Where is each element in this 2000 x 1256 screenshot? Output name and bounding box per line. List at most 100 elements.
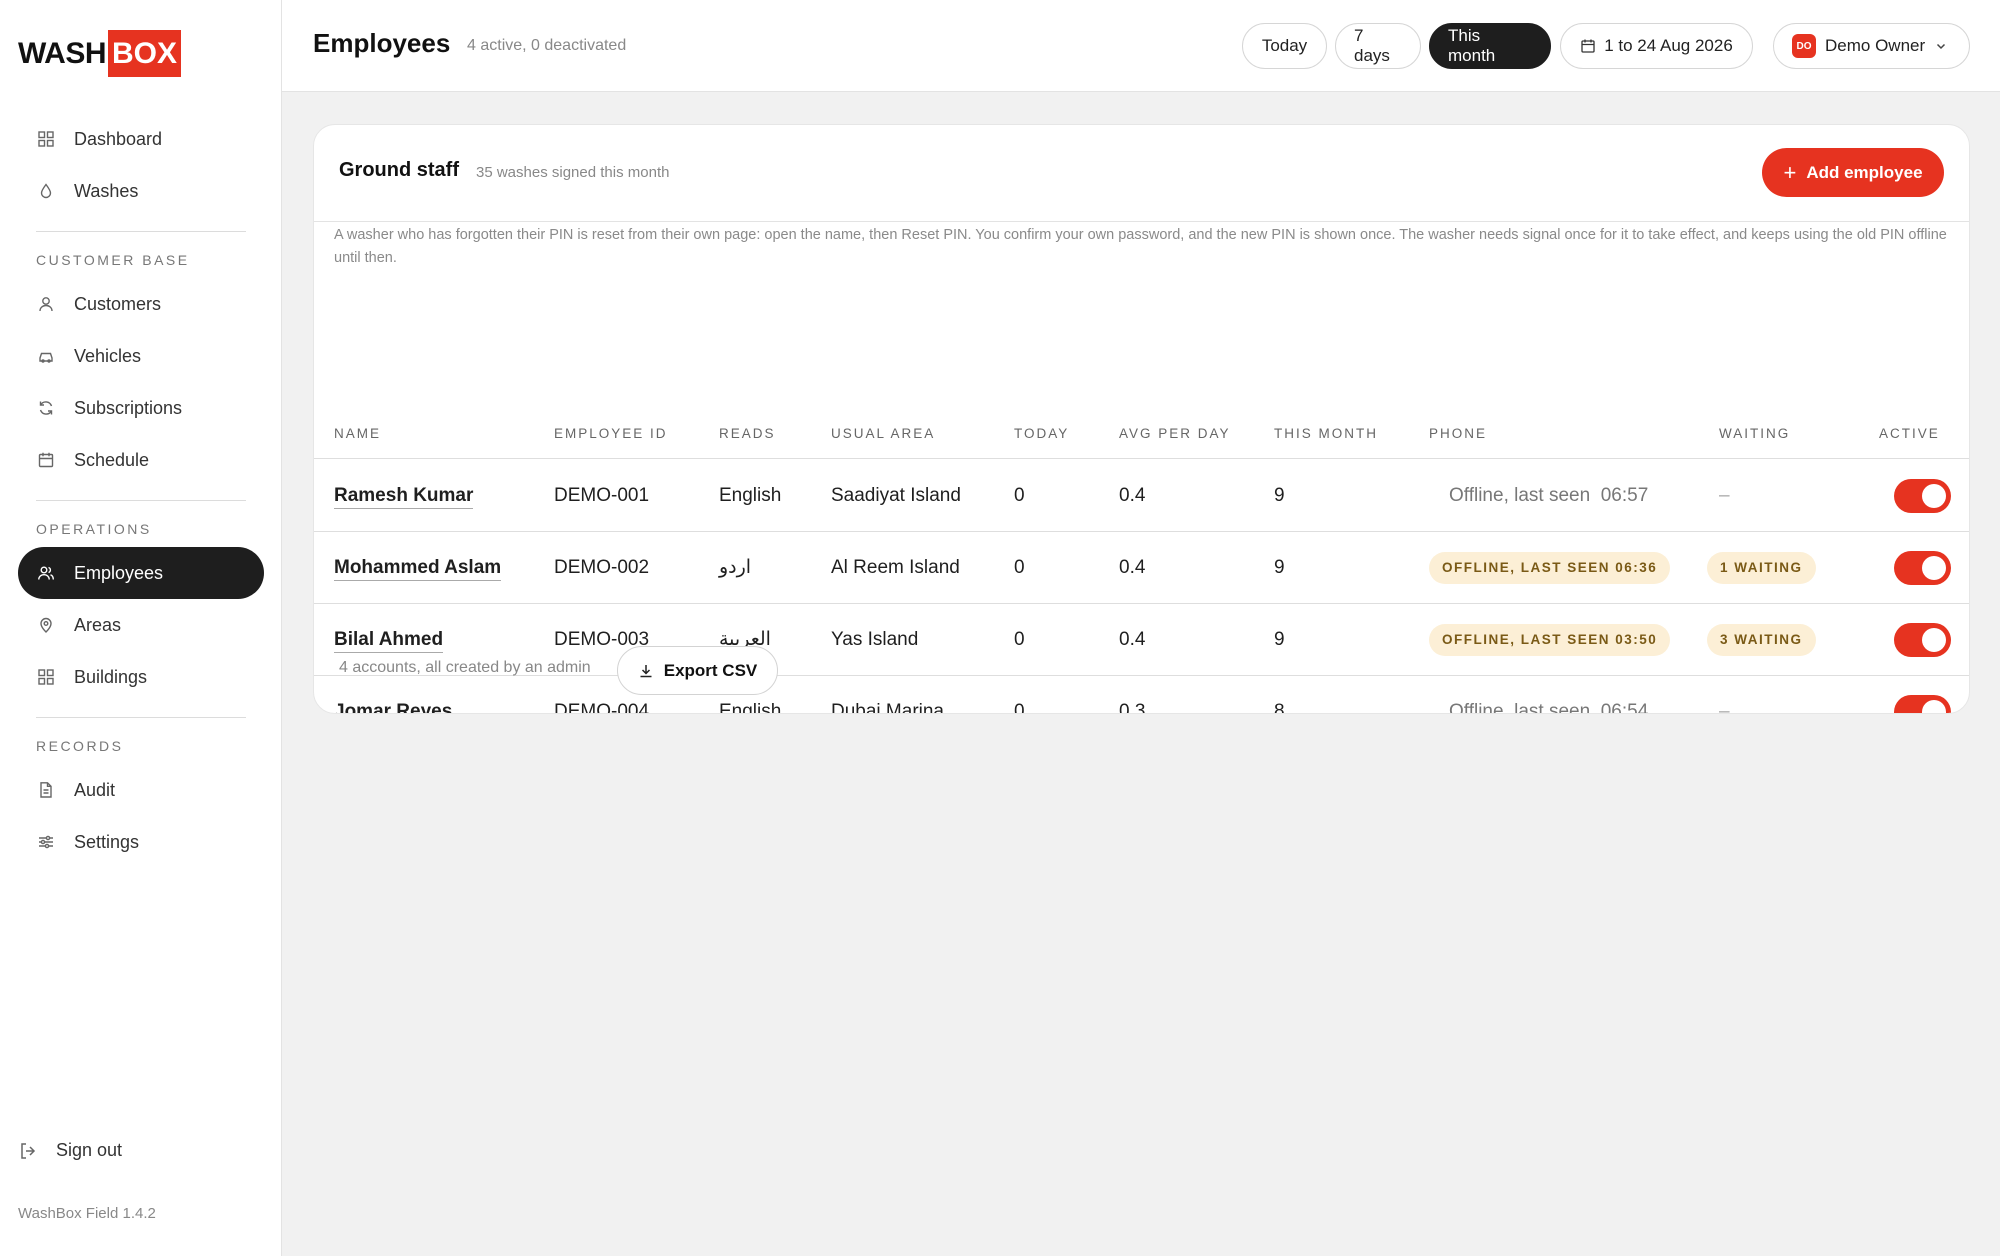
download-icon — [638, 663, 654, 679]
range-7days-button[interactable]: 7 days — [1335, 23, 1421, 69]
sidebar-item-areas[interactable]: Areas — [18, 599, 264, 651]
column-header-phone[interactable]: Phone — [1429, 409, 1487, 459]
sidebar-nav: Dashboard Washes CUSTOMER BASE Customers Veh… — [18, 113, 264, 868]
sign-out-button[interactable]: Sign out — [18, 1140, 122, 1161]
car-icon — [36, 346, 56, 366]
export-csv-label: Export CSV — [663, 660, 758, 680]
grid-icon — [36, 667, 56, 687]
sidebar-item-washes[interactable]: Washes — [18, 165, 264, 217]
sidebar-item-subscriptions[interactable]: Subscriptions — [18, 382, 264, 434]
user-menu[interactable]: DO Demo Owner — [1773, 23, 1970, 69]
phone-status-cell: OFFLINE, LAST SEEN 03:50 — [1429, 604, 1671, 676]
sidebar-item-label: Subscriptions — [74, 397, 183, 418]
date-range-picker[interactable]: 1 to 24 Aug 2026 — [1560, 23, 1753, 69]
droplet-icon — [36, 181, 56, 201]
sidebar-item-buildings[interactable]: Buildings — [18, 651, 264, 703]
waiting-cell: 3 WAITING — [1707, 604, 1816, 676]
table-row[interactable]: Jomar Reyes DEMO-004 English Dubai Marina 0 0… — [314, 676, 1969, 714]
column-header-active[interactable]: Active — [1879, 409, 1940, 459]
employee-name-link[interactable]: Bilal Ahmed — [334, 629, 444, 653]
active-toggle[interactable] — [1894, 479, 1951, 513]
active-toggle[interactable] — [1894, 623, 1951, 657]
sidebar-divider — [36, 500, 246, 501]
today-count-cell: 0 — [1014, 557, 1025, 578]
table-row[interactable]: Ramesh Kumar DEMO-001 English Saadiyat Isla… — [314, 460, 1969, 532]
today-count-cell: 0 — [1014, 485, 1025, 506]
column-header-this-month[interactable]: This month — [1274, 409, 1378, 459]
reads-language-cell: English — [719, 485, 782, 506]
sidebar-item-dashboard[interactable]: Dashboard — [18, 113, 264, 165]
sidebar-item-customers[interactable]: Customers — [18, 278, 264, 330]
this-month-count-cell: 9 — [1274, 629, 1285, 650]
logo-wash-text: WASH — [18, 36, 107, 70]
add-employee-label: Add employee — [1806, 162, 1923, 182]
export-csv-button[interactable]: Export CSV — [617, 646, 778, 695]
avg-per-day-cell: 0.4 — [1119, 557, 1146, 578]
avatar: DO — [1792, 34, 1816, 58]
waiting-badge: 3 WAITING — [1707, 623, 1816, 656]
sidebar-item-label: Schedule — [74, 449, 150, 470]
user-icon — [36, 294, 56, 314]
sidebar-divider — [36, 231, 246, 232]
usual-area-cell: Al Reem Island — [831, 557, 960, 578]
employee-name-cell: Ramesh Kumar — [334, 460, 474, 532]
employee-name-link[interactable]: Mohammed Aslam — [334, 557, 502, 581]
calendar-icon — [1580, 38, 1596, 54]
phone-status-cell: Offline, last seen 06:54 — [1449, 701, 1649, 714]
column-header-employee-id[interactable]: Employee ID — [554, 409, 668, 459]
employee-name-cell: Mohammed Aslam — [334, 532, 502, 604]
active-toggle[interactable] — [1894, 551, 1951, 585]
avg-per-day-cell: 0.3 — [1119, 701, 1146, 714]
column-header-avg-per-day[interactable]: Avg per day — [1119, 409, 1231, 459]
sidebar-item-label: Vehicles — [74, 345, 142, 366]
toggle-knob — [1922, 484, 1946, 508]
column-header-waiting[interactable]: Waiting — [1719, 409, 1790, 459]
card-subtitle: 35 washes signed this month — [476, 164, 670, 181]
washbox-logo[interactable]: WASH BOX — [18, 30, 182, 77]
range-today-button[interactable]: Today — [1242, 23, 1327, 69]
usual-area-cell: Yas Island — [831, 629, 919, 650]
ground-staff-card: Ground staff 35 washes signed this month… — [313, 124, 1970, 714]
phone-status-badge: OFFLINE, LAST SEEN 06:36 — [1429, 551, 1671, 584]
accounts-summary: 4 accounts, all created by an admin — [339, 659, 591, 676]
sidebar-item-vehicles[interactable]: Vehicles — [18, 330, 264, 382]
logo-box-text: BOX — [108, 30, 182, 77]
employee-id-cell: DEMO-002 — [554, 557, 650, 578]
employee-name-link[interactable]: Ramesh Kumar — [334, 485, 474, 509]
card-title: Ground staff — [339, 159, 459, 181]
phone-status-cell: OFFLINE, LAST SEEN 06:36 — [1429, 532, 1671, 604]
page-subtitle: 4 active, 0 deactivated — [467, 37, 627, 54]
sidebar-item-audit[interactable]: Audit — [18, 764, 264, 816]
user-name: Demo Owner — [1825, 36, 1926, 55]
column-header-usual-area[interactable]: Usual area — [831, 409, 935, 459]
active-toggle[interactable] — [1894, 695, 1951, 713]
sidebar-item-schedule[interactable]: Schedule — [18, 434, 264, 486]
grid-icon — [36, 129, 56, 149]
page-title: Employees — [313, 28, 451, 58]
avg-per-day-cell: 0.4 — [1119, 629, 1146, 650]
plus-icon: + — [1783, 159, 1797, 185]
sidebar-item-employees[interactable]: Employees — [18, 547, 264, 599]
today-count-cell: 0 — [1014, 701, 1025, 714]
column-header-today[interactable]: Today — [1014, 409, 1069, 459]
sidebar-section-title: RECORDS — [36, 738, 124, 754]
date-range-label: 1 to 24 Aug 2026 — [1604, 36, 1733, 55]
pin-reset-note: A washer who has forgotten their PIN is … — [334, 227, 1947, 266]
usual-area-cell: Saadiyat Island — [831, 485, 961, 506]
sidebar-item-settings[interactable]: Settings — [18, 816, 264, 868]
employee-id-cell: DEMO-001 — [554, 485, 650, 506]
column-header-reads[interactable]: Reads — [719, 409, 776, 459]
sign-out-icon — [18, 1141, 38, 1161]
column-header-name[interactable]: Name — [334, 409, 381, 459]
add-employee-button[interactable]: + Add employee — [1762, 148, 1944, 197]
sidebar-item-label: Settings — [74, 831, 140, 852]
waiting-cell: – — [1719, 701, 1730, 714]
waiting-cell: 1 WAITING — [1707, 532, 1816, 604]
sidebar-item-label: Employees — [74, 562, 164, 583]
sidebar-item-label: Dashboard — [74, 128, 163, 149]
sidebar-divider — [36, 717, 246, 718]
calendar-icon — [36, 450, 56, 470]
table-row[interactable]: Mohammed Aslam DEMO-002 اردو Al Reem Island… — [314, 532, 1969, 604]
employee-name-link[interactable]: Jomar Reyes — [334, 701, 453, 713]
range-this-month-button[interactable]: This month — [1429, 23, 1551, 69]
